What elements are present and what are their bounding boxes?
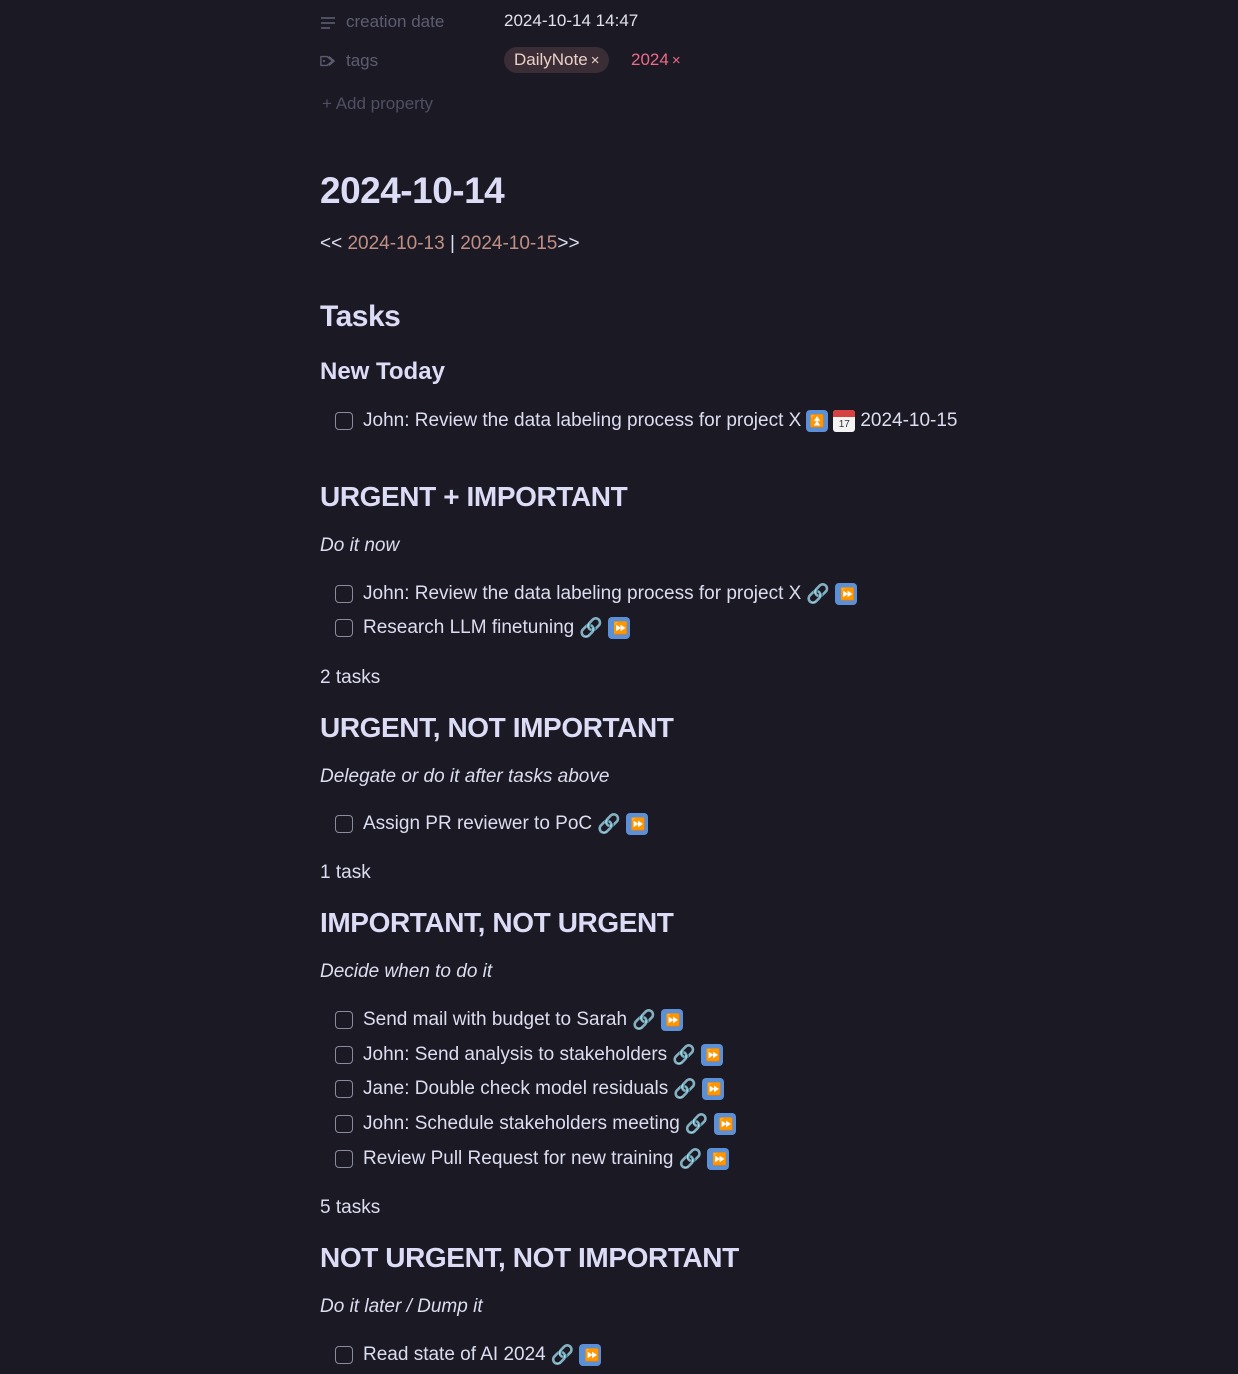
section-title-urgent-not-important: URGENT, NOT IMPORTANT: [320, 712, 674, 743]
task-checkbox[interactable]: [335, 1046, 353, 1064]
task-text: John: Schedule stakeholders meeting: [363, 1113, 680, 1134]
task-count: 1 task: [320, 862, 371, 883]
calendar-icon: 17: [833, 410, 856, 432]
tag-dailynote[interactable]: DailyNote ×: [504, 47, 610, 73]
fast-forward-icon[interactable]: ⏩: [707, 1148, 730, 1170]
fast-forward-icon[interactable]: ⏩: [625, 813, 648, 835]
task-text: John: Review the data labeling process f…: [363, 583, 802, 604]
task-item: Jane: Double check model residuals 🔗 ⏩: [335, 1077, 724, 1101]
task-checkbox[interactable]: [335, 585, 353, 603]
section-title-not-urgent-not-important: NOT URGENT, NOT IMPORTANT: [320, 1242, 739, 1273]
task-text: John: Review the data labeling process f…: [363, 410, 802, 431]
link-icon[interactable]: 🔗: [806, 582, 830, 606]
task-text: Read state of AI 2024: [363, 1344, 546, 1365]
task-item: Review Pull Request for new training 🔗 ⏩: [335, 1147, 730, 1171]
section-title-urgent-important: URGENT + IMPORTANT: [320, 481, 628, 512]
fast-forward-icon[interactable]: ⏩: [607, 617, 630, 639]
task-checkbox[interactable]: [335, 815, 353, 833]
fast-forward-icon[interactable]: ⏩: [660, 1009, 683, 1031]
section-subtitle: Delegate or do it after tasks above: [320, 766, 610, 787]
creation-date-label[interactable]: creation date: [346, 12, 444, 32]
task-text: Review Pull Request for new training: [363, 1148, 674, 1169]
link-icon[interactable]: 🔗: [672, 1043, 696, 1067]
task-checkbox[interactable]: [335, 1115, 353, 1133]
note-title: 2024-10-14: [320, 170, 505, 211]
link-icon[interactable]: 🔗: [579, 616, 603, 640]
link-icon[interactable]: 🔗: [679, 1147, 703, 1171]
tasks-heading: Tasks: [320, 300, 401, 333]
task-due-date: 2024-10-15: [860, 410, 958, 431]
task-checkbox[interactable]: [335, 619, 353, 637]
next-day-link[interactable]: 2024-10-15: [460, 233, 557, 254]
task-item: Send mail with budget to Sarah 🔗 ⏩: [335, 1008, 683, 1032]
section-subtitle: Do it now: [320, 535, 400, 556]
new-today-heading: New Today: [320, 358, 445, 385]
task-text: John: Send analysis to stakeholders: [363, 1044, 668, 1065]
task-item: John: Review the data labeling process f…: [335, 582, 857, 606]
fast-forward-icon[interactable]: ⏩: [713, 1113, 736, 1135]
high-priority-icon: ⏫: [806, 410, 829, 432]
tag-dailynote-label: DailyNote: [514, 50, 588, 69]
section-subtitle: Do it later / Dump it: [320, 1296, 483, 1317]
tag-remove-icon[interactable]: ×: [591, 52, 600, 69]
task-text: Assign PR reviewer to PoC: [363, 813, 593, 834]
nav-prefix: <<: [320, 233, 348, 254]
task-text: Send mail with budget to Sarah: [363, 1009, 628, 1030]
fast-forward-icon[interactable]: ⏩: [701, 1078, 724, 1100]
task-text: Jane: Double check model residuals: [363, 1078, 669, 1099]
task-checkbox[interactable]: [335, 1346, 353, 1364]
add-property-button[interactable]: + Add property: [322, 94, 433, 114]
day-navigation: << 2024-10-13 | 2024-10-15>>: [320, 233, 580, 255]
link-icon[interactable]: 🔗: [685, 1112, 709, 1136]
tag-2024-label: 2024: [631, 50, 669, 69]
task-count: 5 tasks: [320, 1197, 381, 1218]
tags-label[interactable]: tags: [346, 51, 378, 71]
text-lines-icon: [321, 17, 335, 29]
task-checkbox[interactable]: [335, 412, 353, 430]
nav-separator: |: [444, 233, 461, 254]
creation-date-value[interactable]: 2024-10-14 14:47: [504, 11, 638, 31]
tag-remove-icon[interactable]: ×: [672, 52, 681, 69]
tag-2024[interactable]: 2024 ×: [631, 47, 681, 73]
fast-forward-icon[interactable]: ⏩: [700, 1044, 723, 1066]
nav-suffix: >>: [557, 233, 580, 254]
task-text: Research LLM finetuning: [363, 617, 575, 638]
task-item: Read state of AI 2024 🔗 ⏩: [335, 1343, 602, 1367]
section-title-important-not-urgent: IMPORTANT, NOT URGENT: [320, 907, 674, 938]
task-item: John: Schedule stakeholders meeting 🔗 ⏩: [335, 1112, 736, 1136]
section-subtitle: Decide when to do it: [320, 961, 493, 982]
task-checkbox[interactable]: [335, 1011, 353, 1029]
task-item: Assign PR reviewer to PoC 🔗 ⏩: [335, 812, 648, 836]
link-icon[interactable]: 🔗: [551, 1343, 575, 1367]
task-checkbox[interactable]: [335, 1080, 353, 1098]
link-icon[interactable]: 🔗: [597, 812, 621, 836]
tags-icon: [320, 55, 335, 67]
fast-forward-icon[interactable]: ⏩: [834, 583, 857, 605]
task-item: John: Send analysis to stakeholders 🔗 ⏩: [335, 1043, 723, 1067]
task-count: 2 tasks: [320, 667, 381, 688]
task-item: John: Review the data labeling process f…: [335, 409, 958, 433]
task-item: Research LLM finetuning 🔗 ⏩: [335, 616, 630, 640]
fast-forward-icon[interactable]: ⏩: [579, 1344, 602, 1366]
link-icon[interactable]: 🔗: [632, 1008, 656, 1032]
link-icon[interactable]: 🔗: [673, 1077, 697, 1101]
previous-day-link[interactable]: 2024-10-13: [347, 233, 444, 254]
task-checkbox[interactable]: [335, 1150, 353, 1168]
